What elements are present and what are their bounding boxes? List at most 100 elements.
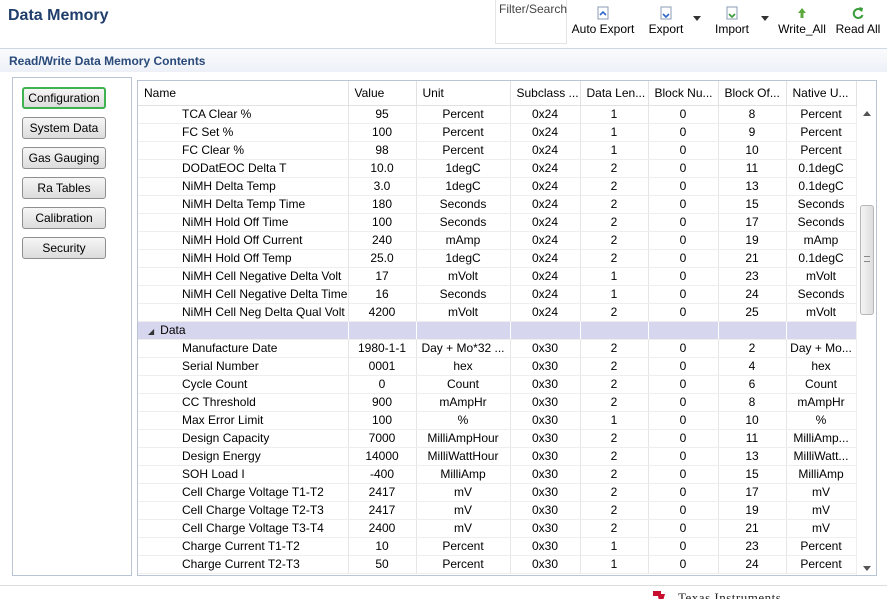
row-cell: mVolt [786, 303, 857, 322]
category-button-system-data[interactable]: System Data [22, 117, 106, 139]
row-cell[interactable]: 2400 [348, 519, 417, 538]
row-cell[interactable]: 17 [348, 267, 417, 286]
table-row[interactable]: CC Threshold 900 mAmpHr 0x30 2 0 8 mAmpHr [138, 393, 857, 412]
table-row[interactable]: FC Set % 100 Percent 0x24 1 0 9 Percent [138, 123, 857, 142]
scroll-down-icon[interactable] [863, 566, 871, 571]
column-header[interactable]: Data Len... [580, 81, 649, 106]
table-row[interactable]: Cycle Count 0 Count 0x30 2 0 6 Count [138, 375, 857, 394]
table-row[interactable]: Max Error Limit 100% 0x30 1 0 10% [138, 411, 857, 430]
auto-export-button[interactable]: Auto Export [570, 0, 636, 44]
category-button-gas-gauging[interactable]: Gas Gauging [22, 147, 106, 169]
row-cell[interactable]: 100 [348, 213, 417, 232]
row-cell[interactable]: 2417 [348, 483, 417, 502]
write-all-button[interactable]: Write_All [777, 0, 827, 44]
column-header[interactable]: Unit [416, 81, 511, 106]
column-header[interactable]: Native U... [786, 81, 857, 106]
column-header[interactable]: Subclass ... [510, 81, 581, 106]
table-row[interactable]: NiMH Cell Neg Delta Qual Volt 4200 mVolt 0x… [138, 303, 857, 322]
row-cell: 0x30 [510, 375, 581, 394]
row-cell[interactable]: 240 [348, 231, 417, 250]
column-header[interactable]: Block Nu... [648, 81, 719, 106]
import-button[interactable]: Import [710, 0, 754, 44]
row-cell[interactable]: 180 [348, 195, 417, 214]
row-cell: 0 [648, 411, 719, 430]
row-cell: 0 [648, 303, 719, 322]
table-row[interactable]: TCA Clear % 95 Percent 0x24 1 0 8 Percent [138, 105, 857, 124]
row-cell[interactable]: 95 [348, 105, 417, 124]
table-row[interactable]: SOH Load I -400 MilliAmp 0x30 2 0 15 MilliAmp [138, 465, 857, 484]
table-row[interactable]: Design Capacity 7000 MilliAmpHour 0x30 2 0 11 M… [138, 429, 857, 448]
row-cell[interactable]: 10 [348, 537, 417, 556]
import-dropdown-icon[interactable] [761, 16, 769, 21]
row-name-cell: Design Capacity [138, 429, 349, 448]
row-cell[interactable]: 25.0 [348, 249, 417, 268]
row-cell: 19 [718, 501, 787, 520]
row-cell[interactable]: -400 [348, 465, 417, 484]
row-cell: 2 [580, 357, 649, 376]
row-cell[interactable]: 900 [348, 393, 417, 412]
group-cell [580, 321, 649, 340]
row-cell: Percent [786, 537, 857, 556]
column-header[interactable]: Block Of... [718, 81, 787, 106]
collapse-icon[interactable]: ◢ [148, 327, 154, 336]
column-header[interactable]: Value [348, 81, 417, 106]
filter-search-input[interactable]: Filter/Search [495, 0, 567, 44]
row-cell: 0x24 [510, 213, 581, 232]
group-row-data[interactable]: ◢ Data [138, 321, 857, 340]
category-button-ra-tables[interactable]: Ra Tables [22, 177, 106, 199]
scroll-up-icon[interactable] [863, 111, 871, 116]
row-cell: 2 [580, 519, 649, 538]
table-row[interactable]: Serial Number 0001 hex 0x30 2 0 4 hex [138, 357, 857, 376]
table-row[interactable]: Charge Current T1-T2 10 Percent 0x30 1 0 23 Per… [138, 537, 857, 556]
row-cell: Seconds [416, 285, 511, 304]
export-button[interactable]: Export [645, 0, 687, 44]
category-button-configuration[interactable]: Configuration [22, 87, 106, 109]
table-row[interactable]: NiMH Delta Temp 3.0 1degC 0x24 2 0 13 0.1degC [138, 177, 857, 196]
row-cell[interactable]: 14000 [348, 447, 417, 466]
row-cell[interactable]: 50 [348, 555, 417, 574]
category-button-calibration[interactable]: Calibration [22, 207, 106, 229]
group-cell [718, 321, 787, 340]
table-row[interactable]: Design Energy 14000 MilliWattHour 0x30 2 0 13 M… [138, 447, 857, 466]
table-row[interactable]: NiMH Cell Negative Delta Volt 17 mVolt 0x24… [138, 267, 857, 286]
table-row[interactable]: NiMH Hold Off Time 100 Seconds 0x24 2 0 17 Seco… [138, 213, 857, 232]
table-row[interactable]: FC Clear % 98 Percent 0x24 1 0 10 Percent [138, 141, 857, 160]
vertical-scrollbar[interactable] [856, 107, 876, 575]
row-cell[interactable]: 100 [348, 123, 417, 142]
table-row[interactable]: Cell Charge Voltage T3-T4 2400 mV 0x30 2 0 21 m… [138, 519, 857, 538]
row-cell[interactable]: 98 [348, 141, 417, 160]
table-row[interactable]: Cell Charge Voltage T2-T3 2417 mV 0x30 2 0 19 m… [138, 501, 857, 520]
row-cell[interactable]: 1980-1-1 [348, 339, 417, 358]
table-row[interactable]: NiMH Hold Off Temp 25.0 1degC 0x24 2 0 21 0.1de… [138, 249, 857, 268]
row-name-cell: NiMH Cell Neg Delta Qual Volt [138, 303, 349, 322]
row-cell: 0x24 [510, 159, 581, 178]
row-cell[interactable]: 4200 [348, 303, 417, 322]
row-cell: mV [786, 501, 857, 520]
table-row[interactable]: Charge Current T2-T3 50 Percent 0x30 1 0 24 Per… [138, 555, 857, 574]
table-row[interactable]: Manufacture Date 1980-1-1 Day + Mo*32 ... 0… [138, 339, 857, 358]
table-row[interactable]: NiMH Hold Off Current 240 mAmp 0x24 2 0 19 mAmp [138, 231, 857, 250]
row-cell[interactable]: 2417 [348, 501, 417, 520]
row-cell[interactable]: 0001 [348, 357, 417, 376]
row-cell[interactable]: 16 [348, 285, 417, 304]
row-cell: 2 [580, 177, 649, 196]
table-row[interactable]: NiMH Delta Temp Time 180 Seconds 0x24 2 0 15 Se… [138, 195, 857, 214]
column-header[interactable]: Name [138, 81, 349, 106]
table-row[interactable]: Cell Charge Voltage T1-T2 2417 mV 0x30 2 0 17 m… [138, 483, 857, 502]
scroll-thumb[interactable] [860, 205, 874, 315]
table-row[interactable]: NiMH Cell Negative Delta Time 16 Seconds 0x… [138, 285, 857, 304]
category-button-security[interactable]: Security [22, 237, 106, 259]
row-cell[interactable]: 7000 [348, 429, 417, 448]
row-cell[interactable]: 10.0 [348, 159, 417, 178]
row-cell: 2 [580, 303, 649, 322]
row-cell[interactable]: 0 [348, 375, 417, 394]
row-cell: 0 [648, 465, 719, 484]
table-row[interactable]: DODatEOC Delta T 10.0 1degC 0x24 2 0 11 0.1degC [138, 159, 857, 178]
row-cell: 0 [648, 231, 719, 250]
row-cell[interactable]: 100 [348, 411, 417, 430]
export-dropdown-icon[interactable] [693, 16, 701, 21]
row-cell[interactable]: 3.0 [348, 177, 417, 196]
read-all-button[interactable]: Read All [834, 0, 882, 44]
row-cell: Percent [786, 555, 857, 574]
row-cell: 0 [648, 357, 719, 376]
